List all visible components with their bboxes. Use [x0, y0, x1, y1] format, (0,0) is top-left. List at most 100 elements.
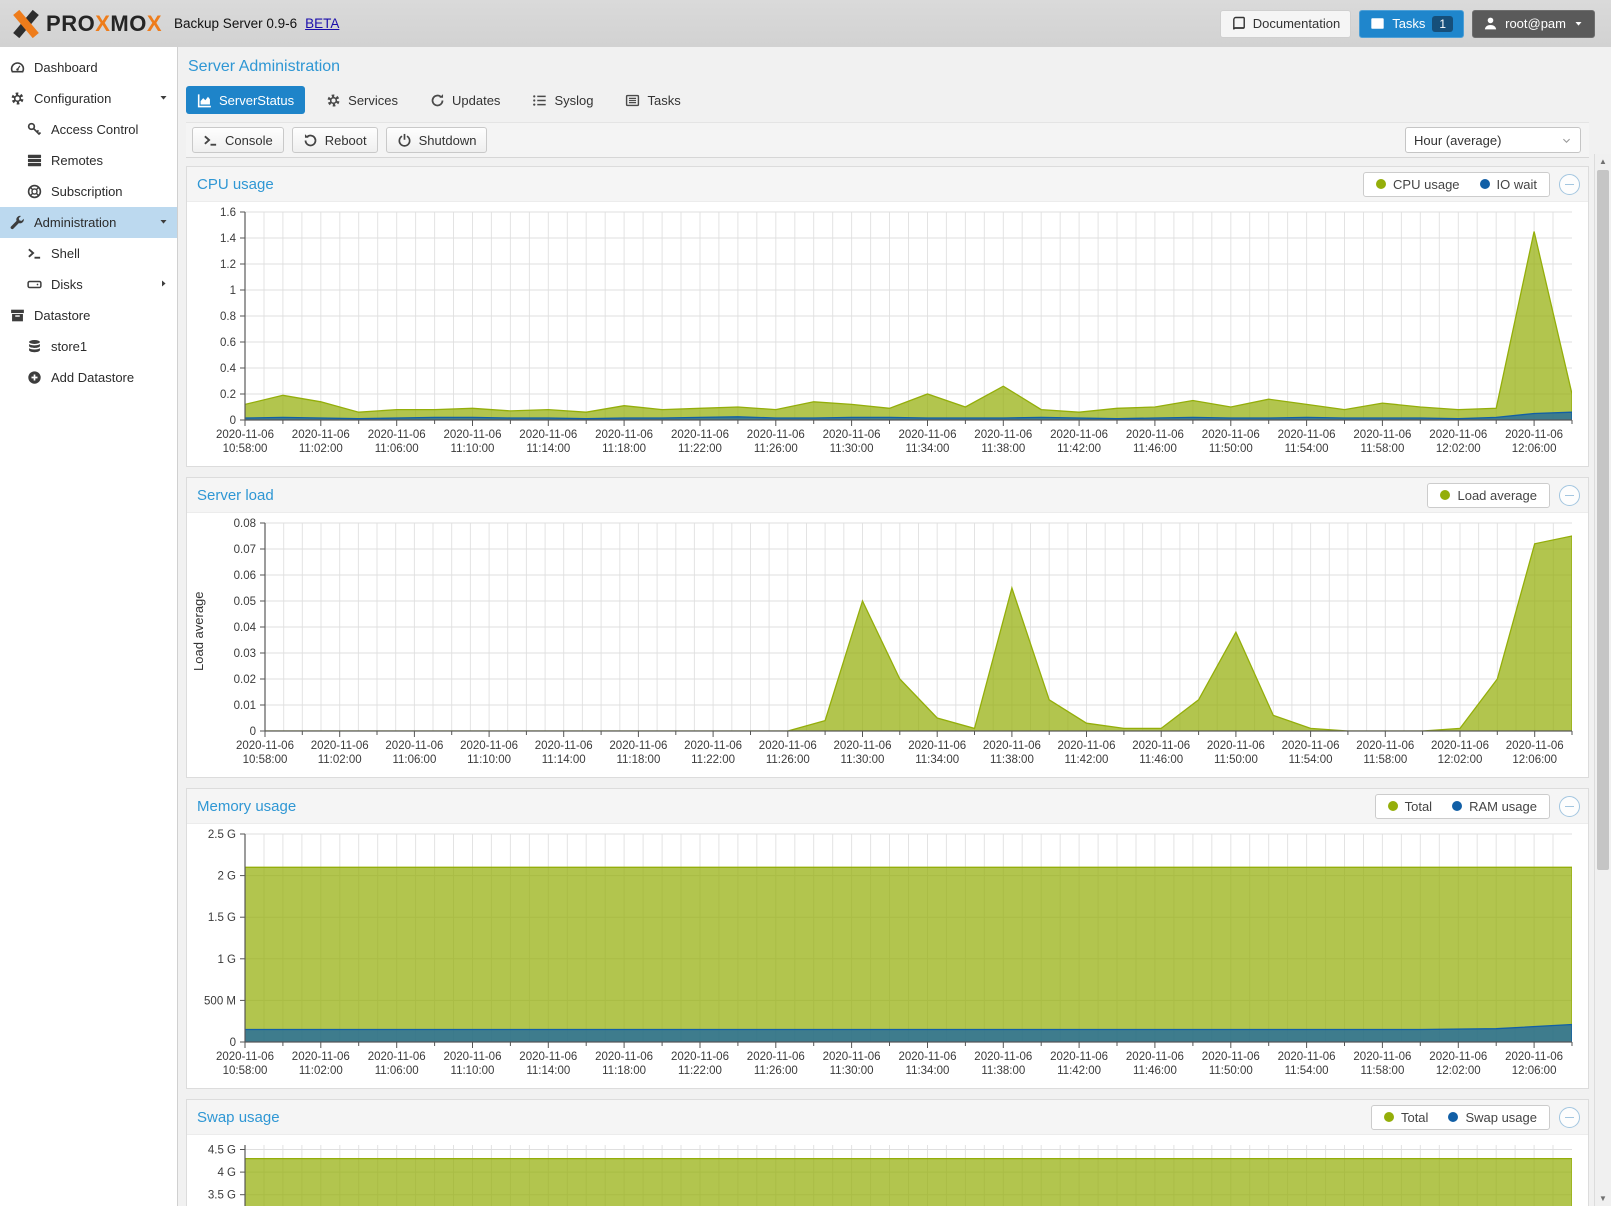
scroll-down-arrow[interactable]: ▼	[1595, 1194, 1611, 1203]
sidebar-item-label: Add Datastore	[51, 370, 169, 385]
sidebar-item-add-datastore[interactable]: Add Datastore	[0, 362, 177, 393]
svg-text:2020-11-06: 2020-11-06	[1429, 429, 1487, 441]
shutdown-button[interactable]: Shutdown	[386, 127, 488, 153]
panel-memory-usage: Memory usageTotalRAM usage0500 M1 G1.5 G…	[186, 788, 1589, 1089]
proxmox-logo: PROXMOX	[10, 8, 162, 40]
memory-usage-chart: 0500 M1 G1.5 G2 G2.5 G2020-11-0610:58:00…	[187, 826, 1584, 1086]
sidebar-item-access-control[interactable]: Access Control	[0, 114, 177, 145]
tab-serverstatus[interactable]: ServerStatus	[186, 86, 305, 114]
timeframe-select[interactable]: Hour (average)	[1405, 127, 1581, 153]
svg-text:12:02:00: 12:02:00	[1438, 754, 1483, 766]
scroll-up-arrow[interactable]: ▲	[1595, 157, 1611, 166]
legend-item-total[interactable]: Total	[1388, 799, 1432, 814]
collapse-panel-button[interactable]	[1559, 485, 1580, 506]
legend-item-swap-usage[interactable]: Swap usage	[1448, 1110, 1537, 1125]
sidebar-item-label: store1	[51, 339, 169, 354]
svg-text:2020-11-06: 2020-11-06	[671, 1051, 729, 1063]
sidebar-item-datastore[interactable]: Datastore	[0, 300, 177, 331]
svg-text:0.07: 0.07	[234, 544, 256, 556]
svg-text:11:42:00: 11:42:00	[1057, 1065, 1101, 1077]
vertical-scrollbar[interactable]: ▲ ▼	[1594, 154, 1611, 1206]
tab-updates[interactable]: Updates	[419, 86, 511, 114]
panel-header: Memory usageTotalRAM usage	[187, 789, 1588, 824]
svg-text:0: 0	[230, 415, 236, 427]
sidebar-item-shell[interactable]: Shell	[0, 238, 177, 269]
legend-item-cpu-usage[interactable]: CPU usage	[1376, 177, 1459, 192]
sidebar-item-store1[interactable]: store1	[0, 331, 177, 362]
svg-text:11:22:00: 11:22:00	[678, 1065, 722, 1077]
svg-text:11:02:00: 11:02:00	[299, 1065, 343, 1077]
sidebar-item-configuration[interactable]: Configuration	[0, 83, 177, 114]
scrollbar-thumb[interactable]	[1597, 170, 1609, 870]
button-label: root@pam	[1505, 16, 1566, 31]
documentation-button[interactable]: Documentation	[1220, 10, 1351, 38]
svg-text:2020-11-06: 2020-11-06	[236, 740, 294, 752]
svg-text:2020-11-06: 2020-11-06	[1353, 1051, 1411, 1063]
sidebar-item-disks[interactable]: Disks	[0, 269, 177, 300]
legend-item-ram-usage[interactable]: RAM usage	[1452, 799, 1537, 814]
svg-text:11:42:00: 11:42:00	[1057, 443, 1101, 455]
button-label: Shutdown	[419, 133, 477, 148]
tasks-icon	[1370, 16, 1385, 31]
svg-text:10:58:00: 10:58:00	[223, 443, 268, 455]
legend-item-total[interactable]: Total	[1384, 1110, 1428, 1125]
svg-text:2020-11-06: 2020-11-06	[1506, 740, 1564, 752]
svg-text:0.01: 0.01	[234, 700, 256, 712]
svg-text:2020-11-06: 2020-11-06	[216, 429, 274, 441]
svg-text:2020-11-06: 2020-11-06	[444, 429, 502, 441]
terminal-icon	[203, 133, 218, 148]
button-label: Documentation	[1253, 16, 1340, 31]
expand-caret-down-icon	[158, 91, 169, 106]
key-icon	[27, 122, 42, 137]
sidebar-item-label: Access Control	[51, 122, 169, 137]
svg-text:11:34:00: 11:34:00	[906, 443, 950, 455]
sidebar-item-remotes[interactable]: Remotes	[0, 145, 177, 176]
collapse-panel-button[interactable]	[1559, 1107, 1580, 1128]
datastore-icon	[10, 308, 25, 323]
svg-text:2020-11-06: 2020-11-06	[974, 429, 1032, 441]
svg-text:10:58:00: 10:58:00	[243, 754, 288, 766]
sidebar-item-administration[interactable]: Administration	[0, 207, 177, 238]
svg-text:11:42:00: 11:42:00	[1065, 754, 1109, 766]
sidebar-item-label: Disks	[51, 277, 149, 292]
root-pam-button[interactable]: root@pam	[1472, 10, 1595, 38]
tasks-button[interactable]: Tasks1	[1359, 10, 1464, 38]
legend-item-io-wait[interactable]: IO wait	[1480, 177, 1537, 192]
svg-text:11:38:00: 11:38:00	[990, 754, 1034, 766]
collapse-panel-button[interactable]	[1559, 796, 1580, 817]
svg-text:2020-11-06: 2020-11-06	[1207, 740, 1265, 752]
panel-header: CPU usage CPU usage IO wait	[187, 167, 1588, 202]
power-icon	[397, 133, 412, 148]
svg-text:11:26:00: 11:26:00	[766, 754, 810, 766]
collapse-panel-button[interactable]	[1559, 174, 1580, 195]
sidebar-item-subscription[interactable]: Subscription	[0, 176, 177, 207]
svg-text:11:34:00: 11:34:00	[915, 754, 959, 766]
svg-text:11:14:00: 11:14:00	[526, 443, 570, 455]
svg-text:2020-11-06: 2020-11-06	[908, 740, 966, 752]
panel-title: CPU usage	[197, 176, 274, 193]
svg-text:0: 0	[250, 726, 256, 738]
svg-text:11:46:00: 11:46:00	[1133, 443, 1177, 455]
tab-syslog[interactable]: Syslog	[521, 86, 604, 114]
svg-text:10:58:00: 10:58:00	[223, 1065, 268, 1077]
svg-text:11:10:00: 11:10:00	[467, 754, 511, 766]
svg-text:2020-11-06: 2020-11-06	[595, 1051, 653, 1063]
console-button[interactable]: Console	[192, 127, 284, 153]
svg-text:3.5 G: 3.5 G	[208, 1190, 236, 1202]
chart-legend: CPU usage IO wait	[1363, 172, 1550, 197]
legend-item-load-average[interactable]: Load average	[1440, 488, 1537, 503]
svg-text:2020-11-06: 2020-11-06	[747, 429, 805, 441]
main-content: Server Administration ServerStatusServic…	[178, 47, 1611, 1206]
legend-dot	[1448, 1112, 1458, 1122]
tab-tasks[interactable]: Tasks	[614, 86, 691, 114]
legend-dot	[1384, 1112, 1394, 1122]
y-axis-label: Load average	[191, 591, 206, 671]
sidebar-item-dashboard[interactable]: Dashboard	[0, 52, 177, 83]
legend-dot	[1452, 801, 1462, 811]
beta-link[interactable]: BETA	[305, 16, 339, 31]
reboot-button[interactable]: Reboot	[292, 127, 378, 153]
tab-label: Services	[348, 93, 398, 108]
svg-text:11:50:00: 11:50:00	[1209, 1065, 1253, 1077]
tab-services[interactable]: Services	[315, 86, 409, 114]
svg-text:12:02:00: 12:02:00	[1436, 443, 1481, 455]
